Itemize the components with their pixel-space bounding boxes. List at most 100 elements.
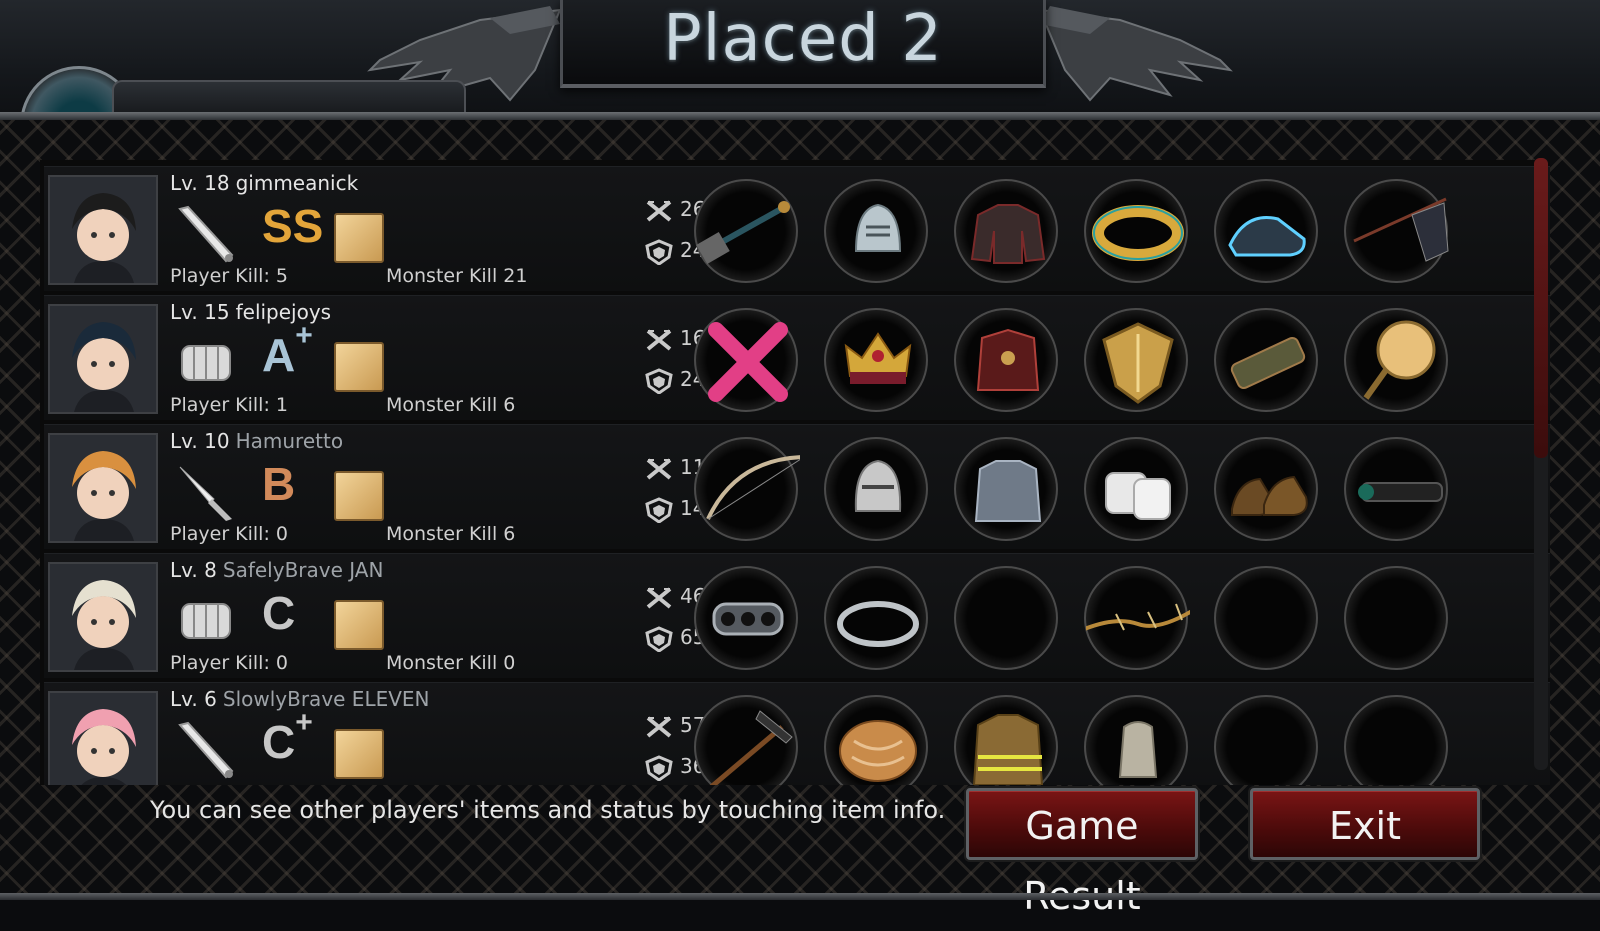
player-grade: C+ xyxy=(262,706,313,769)
level-text: Lv. 18 xyxy=(170,171,230,195)
player-name: gimmeanick xyxy=(235,171,359,195)
item-slot-knight-helmet[interactable] xyxy=(824,179,928,283)
exit-button[interactable]: Exit xyxy=(1250,788,1480,860)
empty-item-slot[interactable] xyxy=(1214,566,1318,670)
crossed-swords-icon xyxy=(644,585,674,611)
game-result-button[interactable]: Game Result xyxy=(966,788,1198,918)
monster-kill-count: Monster Kill 6 xyxy=(386,523,516,545)
item-slot-pickaxe[interactable] xyxy=(694,695,798,785)
fist-icon xyxy=(174,332,238,394)
item-slot-thimble[interactable] xyxy=(1084,695,1188,785)
item-slot-hand-mirror[interactable] xyxy=(1344,308,1448,412)
shield-icon xyxy=(644,754,674,782)
player-row[interactable]: Lv. 8 SafelyBrave JAN C Player Kill: 0 Monst… xyxy=(44,553,1550,678)
grade-plus: + xyxy=(295,705,313,739)
supply-box-icon xyxy=(334,471,384,521)
item-slot-scope[interactable] xyxy=(1344,437,1448,541)
player-grade: SS xyxy=(262,199,323,253)
grade-letter: A xyxy=(262,329,296,381)
winged-guns-emblem-right xyxy=(1038,6,1233,102)
crossed-swords-icon xyxy=(644,714,674,740)
player-portrait xyxy=(48,304,158,414)
item-slot-firefighter-coat[interactable] xyxy=(954,695,1058,785)
grade-letter: C xyxy=(262,587,296,639)
player-level: Lv. 10 Hamuretto xyxy=(170,429,343,453)
player-row[interactable]: Lv. 10 Hamuretto B Player Kill: 0 Monster Ki… xyxy=(44,424,1550,549)
player-portrait xyxy=(48,433,158,543)
item-slot-flag-spear[interactable] xyxy=(1344,179,1449,283)
item-slot-boots[interactable] xyxy=(1214,437,1318,541)
bat-icon xyxy=(174,203,238,265)
player-name: SafelyBrave JAN xyxy=(222,558,384,582)
item-slot-bread[interactable] xyxy=(824,695,928,785)
monster-kill-count: Monster Kill 21 xyxy=(386,265,528,287)
player-row[interactable]: Lv. 18 gimmeanick SS Player Kill: 5 Monster … xyxy=(44,166,1550,291)
monster-kill-count: Monster Kill 0 xyxy=(386,652,516,674)
player-grade: B xyxy=(262,457,295,511)
item-slot-leather-jacket[interactable] xyxy=(954,179,1058,283)
player-portrait xyxy=(48,691,158,785)
shield-icon xyxy=(644,496,674,524)
shield-icon xyxy=(644,625,674,653)
item-slot-brass-knuckles[interactable] xyxy=(694,566,798,670)
empty-item-slot[interactable] xyxy=(1214,695,1318,785)
grade-letter: SS xyxy=(262,200,324,252)
fist-icon xyxy=(174,590,238,652)
list-scrollbar[interactable] xyxy=(1534,158,1548,770)
player-kill-count: Player Kill: 1 xyxy=(170,394,288,416)
monster-kill-count: Monster Kill 6 xyxy=(386,394,516,416)
item-slot-royal-crown[interactable] xyxy=(824,308,928,412)
player-kill-count: Player Kill: 0 xyxy=(170,652,288,674)
player-name: SlowlyBrave ELEVEN xyxy=(222,687,430,711)
player-level: Lv. 8 SafelyBrave JAN xyxy=(170,558,383,582)
supply-box-icon xyxy=(334,213,384,263)
knife-icon xyxy=(174,461,238,523)
item-slot-bow[interactable] xyxy=(694,437,800,541)
empty-item-slot[interactable] xyxy=(954,566,1058,670)
item-slot-headband[interactable] xyxy=(824,566,928,670)
crossed-swords-icon xyxy=(644,198,674,224)
empty-item-slot[interactable] xyxy=(1344,695,1448,785)
player-kill-count: Player Kill: 5 xyxy=(170,265,288,287)
player-row[interactable]: Lv. 15 felipejoys A+ Player Kill: 1 Monster … xyxy=(44,295,1550,420)
shield-icon xyxy=(644,238,674,266)
item-slot-war-hammer[interactable] xyxy=(694,179,798,283)
player-grade: A+ xyxy=(262,319,313,382)
level-text: Lv. 10 xyxy=(170,429,230,453)
hint-text: You can see other players' items and sta… xyxy=(150,796,946,824)
item-slot-ammo-belt[interactable] xyxy=(1214,308,1318,412)
player-row[interactable]: Lv. 6 SlowlyBrave ELEVEN C+ 57 36 xyxy=(44,682,1550,785)
frame-top-rail xyxy=(0,112,1600,120)
player-name: felipejoys xyxy=(235,300,332,324)
grade-letter: B xyxy=(262,458,296,510)
player-portrait xyxy=(48,562,158,672)
shield-icon xyxy=(644,367,674,395)
item-slot-red-armor[interactable] xyxy=(954,308,1058,412)
grade-plus: + xyxy=(295,318,313,352)
player-portrait xyxy=(48,175,158,285)
empty-item-slot[interactable] xyxy=(1344,566,1448,670)
supply-box-icon xyxy=(334,729,384,779)
grade-letter: C xyxy=(262,716,296,768)
supply-box-icon xyxy=(334,600,384,650)
level-text: Lv. 15 xyxy=(170,300,230,324)
player-level: Lv. 18 gimmeanick xyxy=(170,171,358,195)
player-grade: C xyxy=(262,586,295,640)
scroll-thumb[interactable] xyxy=(1534,158,1548,458)
player-name: Hamuretto xyxy=(235,429,344,453)
page-title: Placed 2 xyxy=(663,2,943,76)
item-slot-bandage[interactable] xyxy=(1084,437,1188,541)
item-slot-chain-mail[interactable] xyxy=(954,437,1058,541)
item-slot-barbed-wire[interactable] xyxy=(1084,566,1190,670)
level-text: Lv. 6 xyxy=(170,687,217,711)
crossed-swords-icon xyxy=(644,456,674,482)
item-slot-sneakers[interactable] xyxy=(1214,179,1318,283)
level-text: Lv. 8 xyxy=(170,558,217,582)
item-slot-gold-bracelet[interactable] xyxy=(1084,179,1188,283)
item-slot-pink-gloves[interactable] xyxy=(694,308,798,412)
item-slot-golden-shield[interactable] xyxy=(1084,308,1188,412)
title-plate: Placed 2 xyxy=(560,0,1046,88)
item-slot-iron-helmet[interactable] xyxy=(824,437,928,541)
crossed-swords-icon xyxy=(644,327,674,353)
player-list[interactable]: Lv. 18 gimmeanick SS Player Kill: 5 Monster … xyxy=(40,160,1550,785)
